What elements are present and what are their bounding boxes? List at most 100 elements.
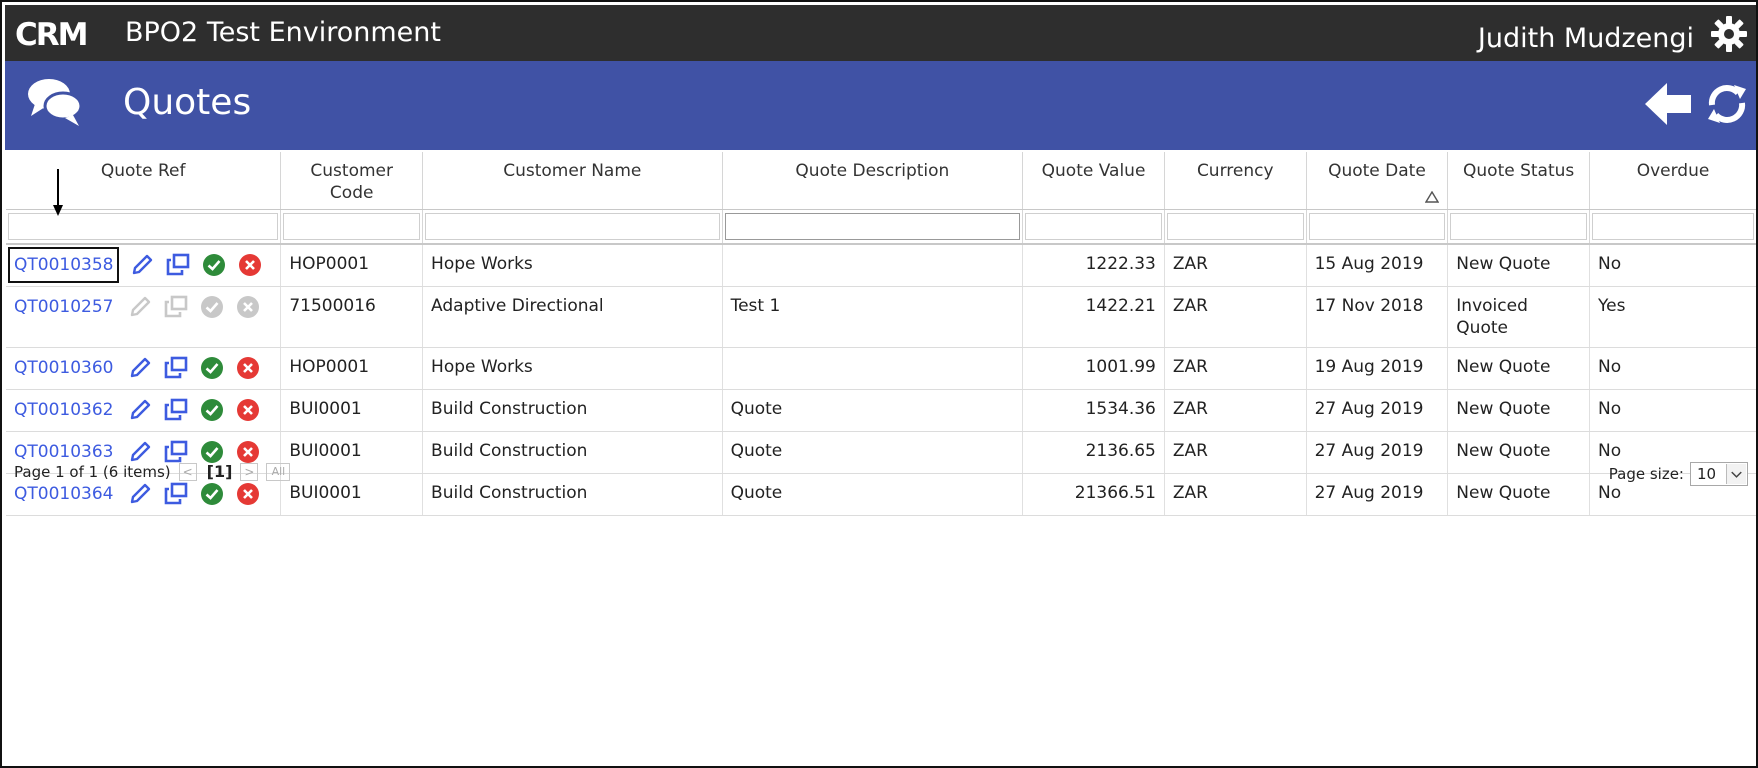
cell-quote-description: Quote: [722, 473, 1024, 516]
reject-x-icon: [235, 294, 261, 320]
filter-customer-name-input[interactable]: [425, 212, 720, 240]
reject-x-icon[interactable]: [235, 355, 261, 381]
cell-quote-description: [722, 243, 1024, 287]
cell-quote-date: 17 Nov 2018: [1306, 286, 1449, 348]
filter-cell: [6, 209, 282, 245]
cell-currency: ZAR: [1164, 431, 1307, 474]
back-arrow-icon[interactable]: [1643, 81, 1693, 127]
filter-currency-input[interactable]: [1166, 212, 1304, 240]
filter-quote-ref-input[interactable]: [8, 212, 279, 240]
cell-customer-name: Hope Works: [422, 243, 723, 287]
copy-icon[interactable]: [163, 397, 189, 423]
column-header-quote-value[interactable]: Quote Value: [1022, 152, 1165, 210]
cell-overdue: No: [1589, 243, 1756, 287]
cell-currency: ZAR: [1164, 473, 1307, 516]
filter-overdue-input[interactable]: [1592, 212, 1754, 240]
column-header-overdue[interactable]: Overdue: [1589, 152, 1756, 210]
approve-check-icon: [199, 294, 225, 320]
column-header-customer-name[interactable]: Customer Name: [422, 152, 723, 210]
filter-cell: [722, 209, 1024, 245]
page-title: Quotes: [123, 82, 252, 123]
quote-ref-highlight: QT0010358: [8, 247, 120, 283]
cell-quote-status: New Quote: [1447, 347, 1590, 390]
column-header-quote-ref[interactable]: Quote Ref: [6, 152, 282, 210]
refresh-icon[interactable]: [1704, 81, 1750, 127]
cell-quote-date: 27 Aug 2019: [1306, 389, 1449, 432]
column-header-quote-description[interactable]: Quote Description: [722, 152, 1024, 210]
table-row[interactable]: QT0010360 HOP0001 Hope Works 1001.99 ZAR 19 A…: [6, 347, 1756, 390]
edit-pencil-icon: [127, 294, 153, 320]
column-header-customer-code[interactable]: Customer Code: [280, 152, 424, 210]
cell-overdue: Yes: [1589, 286, 1756, 348]
pager-all-button[interactable]: All: [266, 462, 291, 481]
table-row[interactable]: QT0010362 BUI0001 Build Construction Quote 1…: [6, 389, 1756, 432]
annotation-arrow-icon: [53, 169, 63, 216]
column-header-quote-date[interactable]: Quote Date: [1306, 152, 1449, 210]
quote-ref-link[interactable]: QT0010364: [14, 483, 113, 505]
quote-ref-highlight: QT0010257: [10, 291, 117, 323]
cell-quote-date: 19 Aug 2019: [1306, 347, 1449, 390]
cell-overdue: No: [1589, 389, 1756, 432]
table-row[interactable]: QT0010257 71500016 Adaptive Directional Tes…: [6, 286, 1756, 348]
quote-ref-link[interactable]: QT0010362: [14, 399, 113, 421]
filter-quote-status-input[interactable]: [1450, 212, 1587, 240]
cell-quote-date: 27 Aug 2019: [1306, 473, 1449, 516]
approve-check-icon[interactable]: [199, 397, 225, 423]
reject-x-icon[interactable]: [235, 397, 261, 423]
cell-overdue: No: [1589, 347, 1756, 390]
filter-quote-value-input[interactable]: [1025, 212, 1162, 240]
quote-ref-link[interactable]: QT0010257: [14, 296, 113, 318]
column-header-currency[interactable]: Currency: [1164, 152, 1307, 210]
edit-pencil-icon[interactable]: [127, 397, 153, 423]
quote-ref-link[interactable]: QT0010358: [14, 254, 113, 276]
cell-customer-code: BUI0001: [280, 473, 424, 516]
edit-pencil-icon[interactable]: [129, 252, 155, 278]
cell-customer-code: BUI0001: [280, 389, 424, 432]
edit-pencil-icon[interactable]: [127, 355, 153, 381]
cell-quote-value: 1534.36: [1022, 389, 1165, 432]
cell-quote-description: Quote: [722, 389, 1024, 432]
cell-quote-ref: QT0010360: [6, 347, 282, 390]
column-header-quote-status[interactable]: Quote Status: [1447, 152, 1590, 210]
filter-customer-code-input[interactable]: [283, 212, 421, 240]
cell-currency: ZAR: [1164, 347, 1307, 390]
page-size-select[interactable]: 10: [1690, 462, 1748, 486]
cell-customer-code: HOP0001: [280, 347, 424, 390]
quote-ref-link[interactable]: QT0010363: [14, 441, 113, 463]
cell-customer-name: Hope Works: [422, 347, 723, 390]
cell-quote-ref: QT0010257: [6, 286, 282, 348]
cell-currency: ZAR: [1164, 389, 1307, 432]
quote-ref-highlight: QT0010362: [10, 394, 117, 426]
cell-quote-status: New Quote: [1447, 243, 1590, 287]
cell-customer-name: Adaptive Directional: [422, 286, 723, 348]
reject-x-icon[interactable]: [235, 481, 261, 507]
crm-logo: CRM: [15, 17, 88, 51]
user-name[interactable]: Judith Mudzengi: [1478, 23, 1694, 54]
approve-check-icon[interactable]: [199, 355, 225, 381]
page-size-label: Page size:: [1608, 465, 1684, 483]
table-row[interactable]: QT0010358 HOP0001 Hope Works 1222.33 ZAR 15 A…: [6, 243, 1756, 287]
copy-icon[interactable]: [165, 252, 191, 278]
edit-pencil-icon[interactable]: [127, 481, 153, 507]
filter-quote-description-input[interactable]: [724, 212, 1021, 240]
quote-ref-link[interactable]: QT0010360: [14, 357, 113, 379]
reject-x-icon[interactable]: [237, 252, 263, 278]
cell-quote-description: [722, 347, 1024, 390]
pager-prev-button[interactable]: <: [178, 462, 197, 481]
quote-date-header-label: Quote Date: [1328, 161, 1426, 181]
copy-icon[interactable]: [163, 481, 189, 507]
cell-quote-date: 15 Aug 2019: [1306, 243, 1449, 287]
pager: Page 1 of 1 (6 items) < [1] > All: [14, 462, 291, 481]
gear-icon[interactable]: [1710, 15, 1748, 53]
cell-quote-status: New Quote: [1447, 389, 1590, 432]
chevron-down-icon[interactable]: [1726, 464, 1746, 484]
approve-check-icon[interactable]: [199, 481, 225, 507]
cell-customer-name: Build Construction: [422, 473, 723, 516]
filter-cell: [1022, 209, 1165, 245]
filter-quote-date-input[interactable]: [1308, 212, 1446, 240]
pager-next-button[interactable]: >: [240, 462, 259, 481]
copy-icon[interactable]: [163, 355, 189, 381]
approve-check-icon[interactable]: [201, 252, 227, 278]
page-size-value: 10: [1697, 465, 1717, 483]
cell-customer-name: Build Construction: [422, 389, 723, 432]
